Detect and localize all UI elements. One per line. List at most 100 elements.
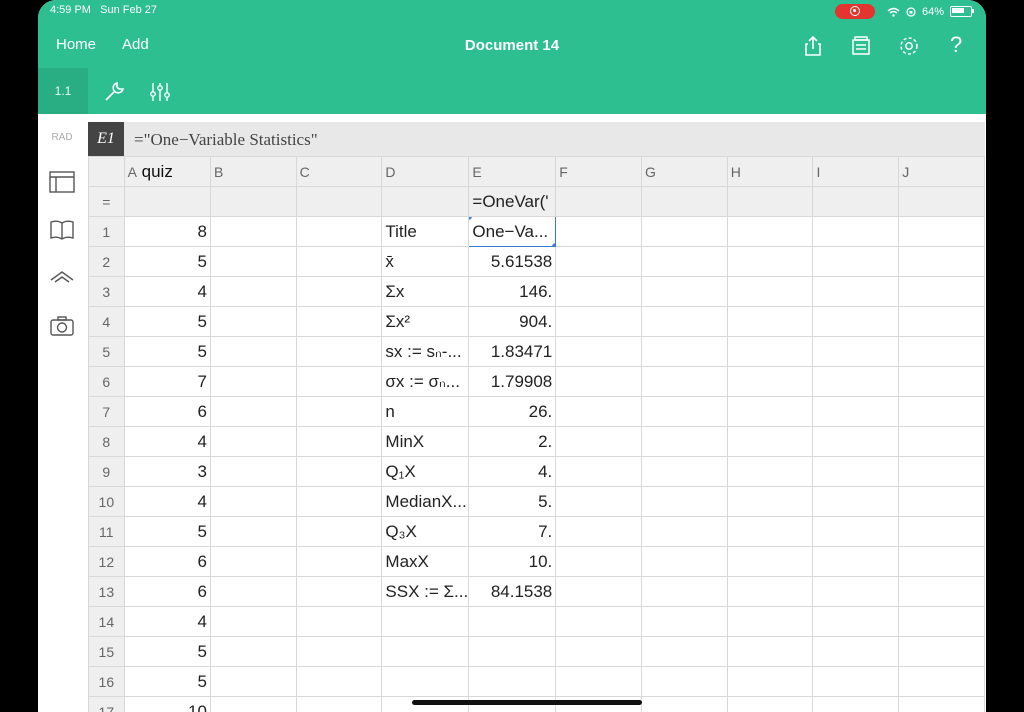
wrench-icon[interactable]: [102, 80, 126, 104]
cell-stat-label[interactable]: MinX: [381, 426, 470, 457]
document-tools-icon[interactable]: [49, 170, 75, 194]
cell[interactable]: [726, 216, 814, 247]
cell[interactable]: [555, 516, 642, 547]
cell[interactable]: [295, 636, 383, 667]
screen-recording-icon[interactable]: [834, 4, 875, 19]
cell[interactable]: [209, 306, 297, 337]
row-header[interactable]: 9: [88, 456, 125, 487]
cell[interactable]: [726, 516, 814, 547]
cell[interactable]: [555, 276, 642, 307]
cell[interactable]: [209, 636, 297, 667]
cell[interactable]: [898, 426, 985, 457]
cell[interactable]: [555, 666, 642, 697]
cell[interactable]: [726, 666, 814, 697]
formula-cell[interactable]: [641, 186, 728, 217]
grid-corner[interactable]: [88, 156, 125, 187]
cell-quiz[interactable]: 5: [123, 636, 211, 667]
cell[interactable]: [295, 456, 383, 487]
column-header-e[interactable]: E: [468, 156, 557, 187]
column-header-c[interactable]: C: [295, 156, 383, 187]
calculator-device-icon[interactable]: [849, 34, 873, 58]
cell-stat-value[interactable]: 2.: [468, 426, 557, 457]
cell-stat-label[interactable]: [381, 606, 470, 637]
formula-cell[interactable]: [381, 186, 470, 217]
row-header[interactable]: 16: [88, 666, 125, 697]
selection-handle-bottom[interactable]: [552, 243, 555, 246]
cell[interactable]: [812, 666, 900, 697]
cell[interactable]: [209, 696, 297, 712]
cell[interactable]: [295, 216, 383, 247]
cell[interactable]: [898, 576, 985, 607]
cell[interactable]: [641, 246, 728, 277]
cell[interactable]: [898, 486, 985, 517]
cell[interactable]: [726, 636, 814, 667]
cell[interactable]: [555, 426, 642, 457]
cell-stat-value[interactable]: 5.: [468, 486, 557, 517]
row-header[interactable]: 14: [88, 606, 125, 637]
cell[interactable]: [812, 546, 900, 577]
cell[interactable]: [295, 486, 383, 517]
cell-quiz[interactable]: 3: [123, 456, 211, 487]
column-header-h[interactable]: H: [726, 156, 814, 187]
cell[interactable]: [295, 396, 383, 427]
cell-stat-label[interactable]: σx := σₙ...: [381, 366, 470, 397]
cell[interactable]: [812, 216, 900, 247]
cell[interactable]: [812, 246, 900, 277]
cell[interactable]: [812, 576, 900, 607]
column-header-g[interactable]: G: [641, 156, 728, 187]
cell[interactable]: [295, 366, 383, 397]
cell[interactable]: [555, 486, 642, 517]
cell[interactable]: [898, 396, 985, 427]
cell[interactable]: [641, 606, 728, 637]
cell[interactable]: [726, 456, 814, 487]
cell[interactable]: [898, 636, 985, 667]
cell[interactable]: [555, 456, 642, 487]
cell[interactable]: [209, 486, 297, 517]
row-header[interactable]: 5: [88, 336, 125, 367]
formula-bar[interactable]: E1 ="One−Variable Statistics": [88, 122, 985, 157]
book-icon[interactable]: [49, 218, 75, 242]
cell[interactable]: [555, 636, 642, 667]
cell-stat-label[interactable]: SSX := Σ...: [381, 576, 470, 607]
column-header-f[interactable]: F: [555, 156, 642, 187]
cell[interactable]: [812, 606, 900, 637]
cell[interactable]: [295, 516, 383, 547]
scratchpad-icon[interactable]: [49, 266, 75, 290]
cell[interactable]: [295, 246, 383, 277]
cell[interactable]: [898, 666, 985, 697]
cell[interactable]: [295, 546, 383, 577]
row-header[interactable]: 11: [88, 516, 125, 547]
row-header[interactable]: 3: [88, 276, 125, 307]
formula-text[interactable]: ="One−Variable Statistics": [134, 130, 318, 150]
formula-cell[interactable]: [555, 186, 642, 217]
cell[interactable]: [726, 696, 814, 712]
cell[interactable]: [209, 336, 297, 367]
cell-stat-label[interactable]: Σx²: [381, 306, 470, 337]
cell-stat-value[interactable]: 1.83471: [468, 336, 557, 367]
cell[interactable]: [555, 606, 642, 637]
cell[interactable]: [812, 486, 900, 517]
cell[interactable]: [812, 426, 900, 457]
cell-stat-label[interactable]: [381, 636, 470, 667]
row-header[interactable]: 12: [88, 546, 125, 577]
cell-stat-label[interactable]: Q₁X: [381, 456, 470, 487]
formula-cell[interactable]: [209, 186, 297, 217]
cell[interactable]: [641, 306, 728, 337]
cell[interactable]: [726, 486, 814, 517]
cell-stat-label[interactable]: Q₃X: [381, 516, 470, 547]
cell[interactable]: [641, 366, 728, 397]
cell[interactable]: [898, 696, 985, 712]
share-icon[interactable]: [801, 34, 825, 58]
cell[interactable]: [726, 576, 814, 607]
cell[interactable]: [641, 426, 728, 457]
cell[interactable]: [295, 606, 383, 637]
cell[interactable]: [209, 516, 297, 547]
selection-handle-top[interactable]: [469, 217, 473, 220]
formula-cell[interactable]: [726, 186, 814, 217]
row-header[interactable]: 15: [88, 636, 125, 667]
cell-stat-value[interactable]: 5.61538: [468, 246, 557, 277]
cell-stat-label[interactable]: [381, 666, 470, 697]
cell-stat-value[interactable]: 84.1538: [468, 576, 557, 607]
cell[interactable]: [641, 216, 728, 247]
formula-row-marker[interactable]: =: [88, 186, 125, 217]
